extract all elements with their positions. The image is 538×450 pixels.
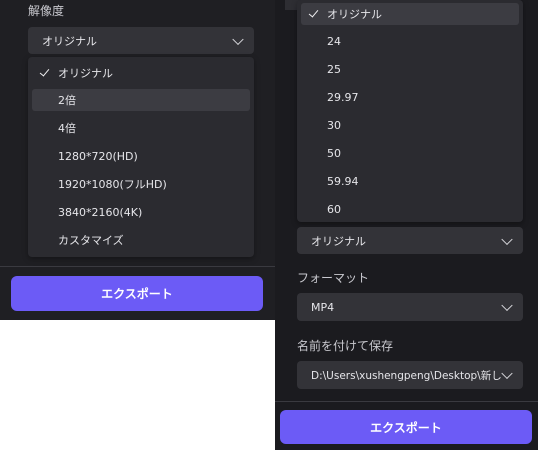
resolution-option[interactable]: 2倍 — [32, 89, 250, 111]
save-as-label: 名前を付けて保存 — [297, 339, 394, 353]
format-select[interactable]: MP4 — [297, 293, 523, 321]
export-button[interactable]: エクスポート — [11, 276, 263, 311]
framerate-select-value: オリジナル — [311, 234, 366, 248]
framerate-option[interactable]: 59.94 — [301, 170, 519, 192]
framerate-option[interactable]: 25 — [301, 58, 519, 80]
format-select-value: MP4 — [311, 300, 335, 314]
chevron-down-icon — [501, 233, 513, 245]
save-path-select[interactable]: D:\Users\xushengpeng\Desktop\新し... — [297, 361, 523, 389]
chevron-down-icon — [501, 299, 513, 312]
framerate-option[interactable]: 60 — [301, 198, 519, 220]
framerate-dropdown-menu: オリジナル 24 25 29.97 30 50 59.94 60 — [297, 0, 523, 222]
framerate-option[interactable]: 50 — [301, 142, 519, 164]
resolution-dropdown-menu: オリジナル 2倍 4倍 1280*720(HD) 1920*1080(フルHD)… — [28, 57, 254, 257]
chevron-down-icon — [232, 33, 244, 45]
resolution-label: 解像度 — [28, 4, 65, 18]
chevron-down-icon — [501, 367, 513, 380]
export-button[interactable]: エクスポート — [280, 410, 532, 444]
right-export-panel: オリジナル 24 25 29.97 30 50 59.94 60 オリジナル フ… — [275, 0, 538, 450]
resolution-option[interactable]: オリジナル — [32, 62, 250, 84]
divider — [275, 401, 538, 402]
resolution-option[interactable]: カスタマイズ — [32, 229, 250, 251]
checkmark-icon — [308, 7, 319, 18]
divider — [0, 266, 275, 267]
resolution-option[interactable]: 4倍 — [32, 117, 250, 139]
framerate-option[interactable]: 29.97 — [301, 86, 519, 108]
left-export-panel: 解像度 オリジナル オリジナル 2倍 4倍 1280*720(HD) 1920*… — [0, 0, 275, 320]
resolution-option[interactable]: 3840*2160(4K) — [32, 201, 250, 223]
checkmark-icon — [39, 66, 50, 77]
save-path-value: D:\Users\xushengpeng\Desktop\新し... — [311, 369, 501, 382]
framerate-select[interactable]: オリジナル — [297, 227, 523, 254]
resolution-option[interactable]: 1920*1080(フルHD) — [32, 173, 250, 195]
framerate-option[interactable]: 30 — [301, 114, 519, 136]
framerate-option[interactable]: 24 — [301, 30, 519, 52]
framerate-option[interactable]: オリジナル — [301, 3, 519, 25]
resolution-option[interactable]: 1280*720(HD) — [32, 145, 250, 167]
resolution-select-value: オリジナル — [42, 34, 97, 48]
resolution-select[interactable]: オリジナル — [28, 27, 254, 54]
format-label: フォーマット — [297, 271, 370, 285]
